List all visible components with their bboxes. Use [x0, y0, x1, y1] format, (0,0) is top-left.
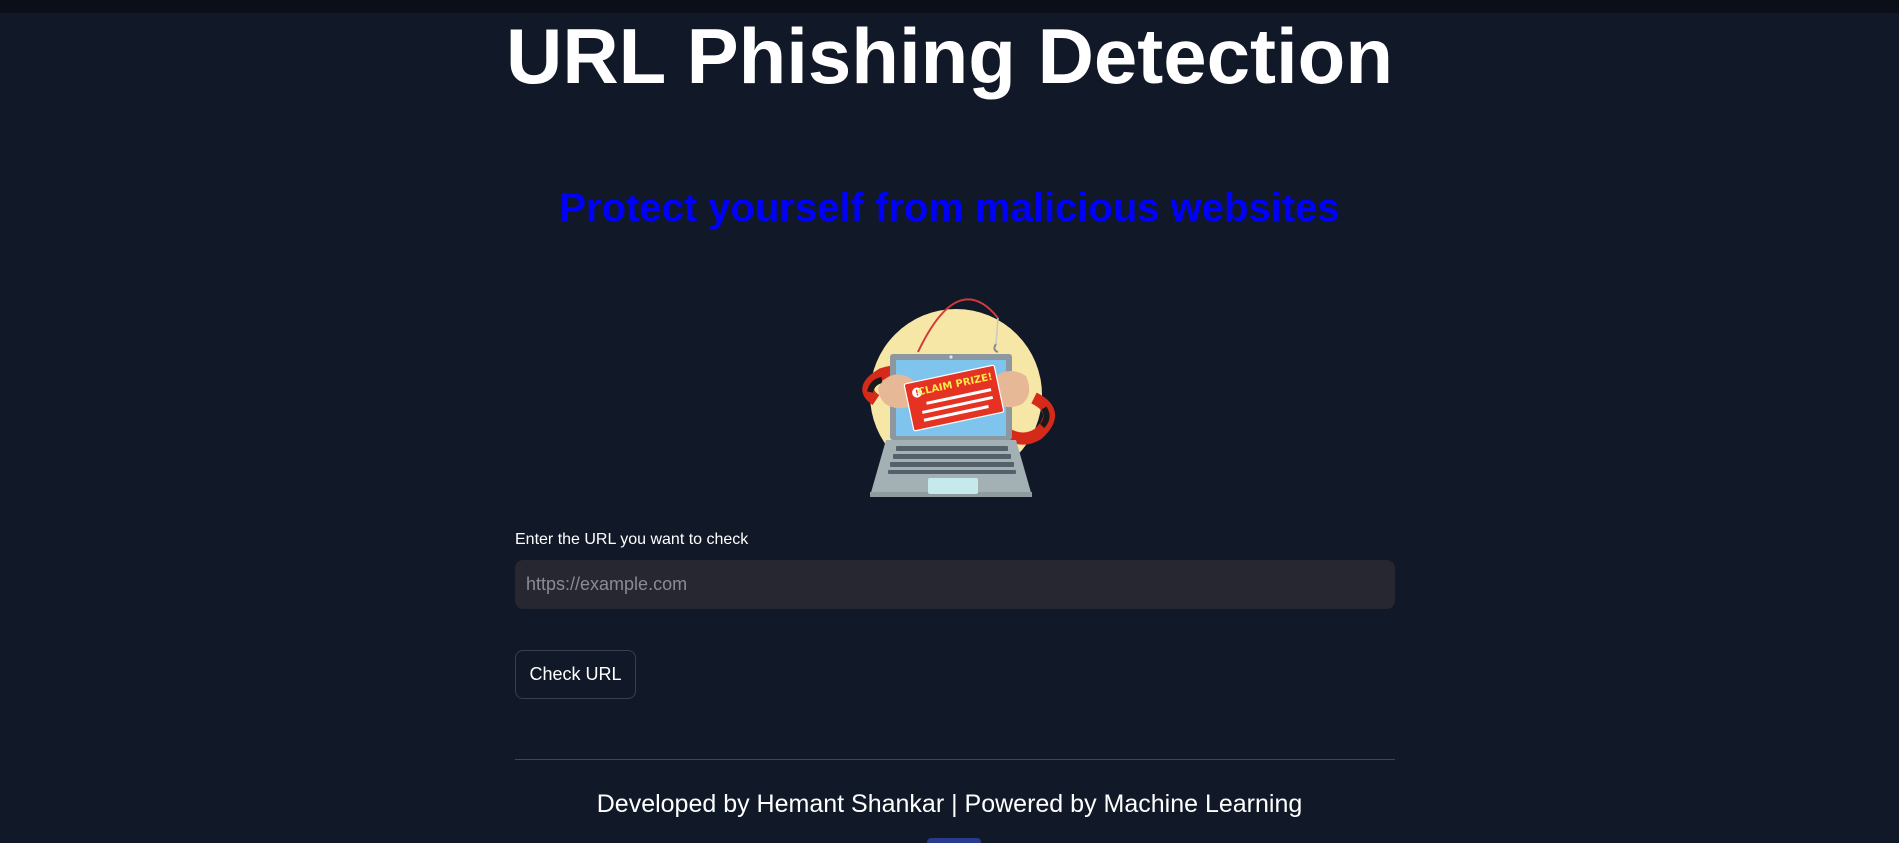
page: URL Phishing Detection Protect yourself …: [0, 0, 1899, 843]
page-subtitle: Protect yourself from malicious websites: [559, 186, 1340, 230]
footer-credit: Developed by Hemant Shankar | Powered by…: [596, 790, 1303, 818]
phishing-laptop-illustration-icon: ! CLAIM PRIZE!: [862, 298, 1055, 497]
url-input[interactable]: [515, 560, 1395, 609]
page-title: URL Phishing Detection: [506, 12, 1393, 100]
url-input-label: Enter the URL you want to check: [515, 531, 749, 548]
footer-badge: [927, 838, 981, 843]
footer-divider: [515, 759, 1395, 760]
check-url-button[interactable]: Check URL: [515, 650, 636, 699]
